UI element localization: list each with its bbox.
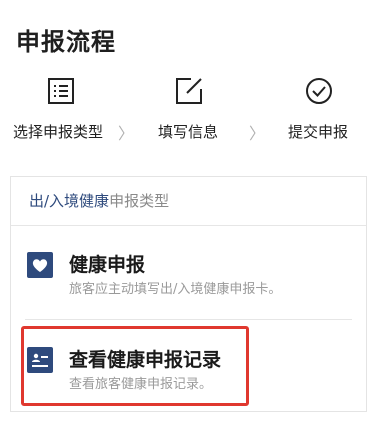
step-label-select-type: 选择申报类型 <box>13 123 104 141</box>
card-header-rest: 申报类型 <box>109 192 170 210</box>
page-title: 申报流程 <box>16 28 116 56</box>
divider <box>25 319 352 320</box>
health-declaration-description: 旅客应主动填写出/入境健康申报卡。 <box>69 282 282 297</box>
list-icon <box>46 76 76 106</box>
highlight-box <box>21 326 249 406</box>
card-header: 出/入境健康申报类型 <box>29 190 169 211</box>
step-label-fill-info: 填写信息 <box>158 123 219 141</box>
check-circle-icon <box>304 76 334 106</box>
health-declaration-title: 健康申报 <box>69 254 146 276</box>
step-label-submit: 提交申报 <box>288 123 349 141</box>
chevron-right-icon: 〉 <box>249 124 266 143</box>
card-header-accent: 出/入境健康 <box>29 192 110 210</box>
divider <box>11 225 366 226</box>
heart-icon <box>27 252 53 278</box>
edit-icon <box>174 76 204 106</box>
chevron-right-icon: 〉 <box>118 124 135 143</box>
